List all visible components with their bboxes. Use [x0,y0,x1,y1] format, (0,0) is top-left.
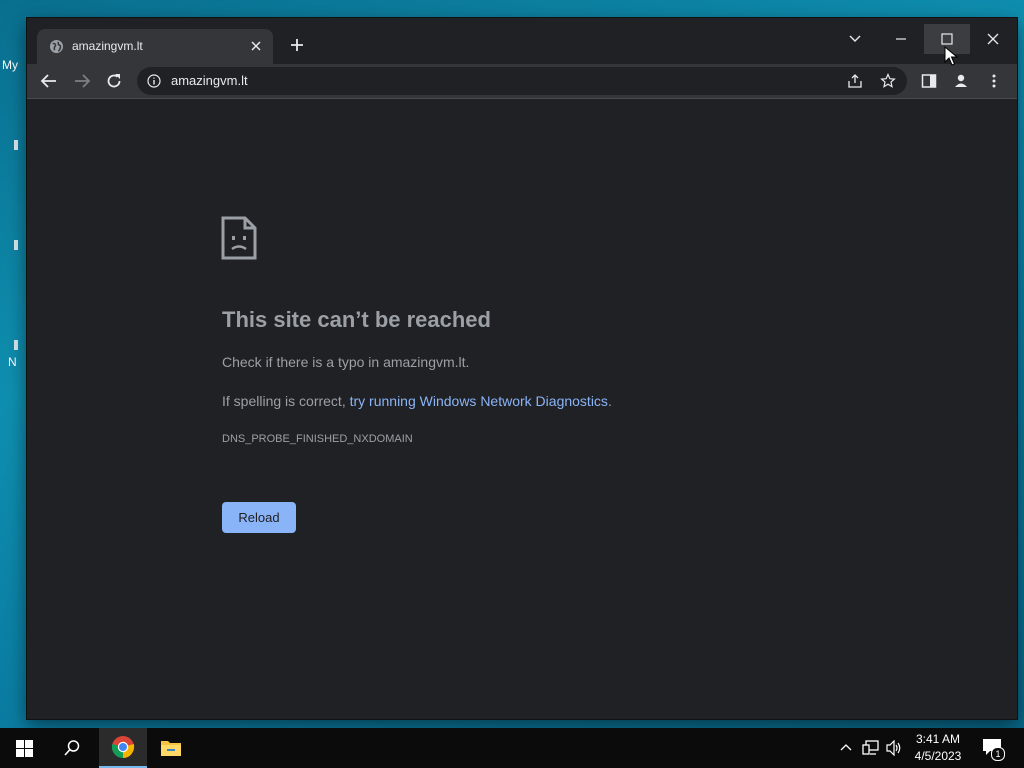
chevron-up-icon[interactable] [840,742,852,754]
close-icon [987,33,999,45]
info-icon[interactable] [147,74,161,88]
reload-page-button[interactable]: Reload [222,502,296,533]
new-tab-button[interactable] [286,34,308,56]
taskbar-chrome[interactable] [99,728,147,768]
desktop-icon[interactable] [14,140,18,150]
clock-date: 4/5/2023 [914,749,962,763]
clock-time: 3:41 AM [915,732,961,746]
globe-icon [49,39,64,54]
windows-logo-icon [15,739,33,757]
more-vertical-icon [992,74,996,88]
search-button[interactable] [48,728,96,768]
taskbar: 3:41 AM 4/5/2023 1 [0,728,1024,768]
desktop-icon[interactable] [14,340,18,350]
chevron-down-icon [849,35,861,42]
menu-button[interactable] [982,69,1006,93]
toolbar: amazingvm.lt [27,64,1017,99]
folder-icon [161,741,181,756]
star-icon[interactable] [880,73,896,89]
clock[interactable]: 3:41 AM 4/5/2023 [905,731,971,765]
tab-search-button[interactable] [832,24,878,54]
reload-button[interactable] [102,69,126,93]
desktop-icon-label-my[interactable]: My [2,58,18,72]
sad-document-icon [221,216,257,260]
volume-icon[interactable] [885,740,903,756]
close-window-button[interactable] [970,24,1016,54]
browser-window: amazingvm.lt amazingvm.lt This site can’… [27,18,1017,719]
title-bar[interactable]: amazingvm.lt [27,18,1017,64]
refresh-icon [107,74,121,88]
tab-active[interactable]: amazingvm.lt [37,29,273,64]
arrow-left-icon [40,74,56,88]
side-panel-button[interactable] [917,69,941,93]
action-center-button[interactable]: 1 [982,738,1005,761]
share-icon[interactable] [847,73,863,89]
minimize-button[interactable] [878,24,924,54]
network-diagnostics-link[interactable]: try running Windows Network Diagnostics [350,393,608,409]
error-headline: This site can’t be reached [222,307,491,332]
forward-button[interactable] [70,69,94,93]
profile-button[interactable] [949,69,973,93]
close-tab-icon[interactable] [247,37,265,55]
error-code: DNS_PROBE_FINISHED_NXDOMAIN [222,433,413,445]
arrow-right-icon [75,74,91,88]
hint-prefix: If spelling is correct, [222,393,350,409]
maximize-icon [941,33,953,45]
search-icon [64,740,80,756]
page-content: This site can’t be reached Check if ther… [27,99,1017,719]
mouse-cursor-icon [944,46,958,66]
network-icon[interactable] [862,740,880,756]
hint-suffix: . [607,393,612,409]
notification-badge: 1 [991,747,1005,761]
error-hint-diagnostics: If spelling is correct, try running Wind… [222,393,612,409]
taskbar-file-explorer[interactable] [147,728,195,768]
address-bar[interactable]: amazingvm.lt [137,67,907,95]
url-text[interactable]: amazingvm.lt [171,73,248,88]
person-icon [955,74,967,87]
back-button[interactable] [37,69,61,93]
minimize-icon [896,38,906,40]
start-button[interactable] [0,728,48,768]
chrome-icon [111,736,135,758]
desktop-icon[interactable] [14,240,18,250]
error-hint-typo: Check if there is a typo in amazingvm.lt… [222,354,470,370]
side-panel-icon [921,74,937,88]
tab-title: amazingvm.lt [72,39,143,53]
desktop-icon-label-n[interactable]: N [8,355,17,369]
